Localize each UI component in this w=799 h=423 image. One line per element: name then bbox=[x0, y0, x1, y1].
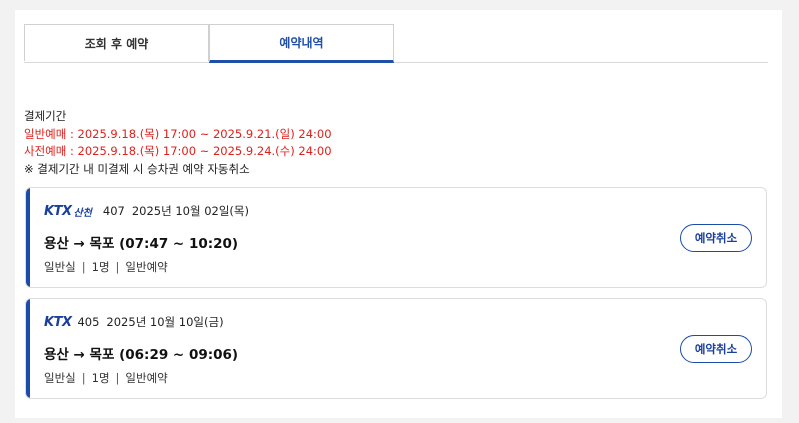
tab-search-reserve[interactable]: 조회 후 예약 bbox=[24, 24, 209, 61]
ticket-details: 일반실 | 1명 | 일반예약 bbox=[44, 370, 168, 386]
train-number: 407 bbox=[102, 204, 125, 218]
passenger-count: 1명 bbox=[91, 371, 110, 385]
payment-period-notice: 결제기간 일반예매 : 2025.9.18.(목) 17:00 ~ 2025.9… bbox=[24, 108, 332, 178]
card-accent-bar bbox=[26, 188, 30, 287]
train-number: 405 bbox=[77, 315, 100, 329]
reservation-type: 일반예약 bbox=[125, 371, 168, 385]
divider: | bbox=[115, 371, 120, 385]
ticket-details: 일반실 | 1명 | 일반예약 bbox=[44, 259, 168, 275]
reservation-panel: 조회 후 예약 예약내역 결제기간 일반예매 : 2025.9.18.(목) 1… bbox=[15, 10, 782, 418]
train-info-line: KTX 산천 407 2025년 10월 02일(목) bbox=[44, 203, 249, 219]
ktx-sancheon-label: 산천 bbox=[73, 207, 92, 219]
reservation-type: 일반예약 bbox=[125, 260, 168, 274]
card-accent-bar bbox=[26, 299, 30, 398]
train-info-line: KTX 405 2025년 10월 10일(금) bbox=[44, 314, 224, 330]
cancel-reservation-button[interactable]: 예약취소 bbox=[680, 335, 752, 363]
reservation-card: KTX 산천 407 2025년 10월 02일(목) 용산 → 목포 (07:… bbox=[25, 187, 767, 288]
ktx-logo-text: KTX bbox=[44, 314, 72, 330]
divider: | bbox=[115, 260, 120, 274]
notice-general-period: 일반예매 : 2025.9.18.(목) 17:00 ~ 2025.9.21.(… bbox=[24, 126, 332, 141]
divider: | bbox=[81, 260, 86, 274]
travel-date: 2025년 10월 02일(목) bbox=[131, 204, 249, 218]
reservation-card: KTX 405 2025년 10월 10일(금) 용산 → 목포 (06:29 … bbox=[25, 298, 767, 399]
ktx-logo: KTX bbox=[44, 314, 72, 330]
ktx-logo-text: KTX bbox=[44, 203, 72, 219]
tab-reservation-history[interactable]: 예약내역 bbox=[209, 24, 394, 63]
notice-title: 결제기간 bbox=[24, 109, 67, 123]
route-time: 용산 → 목포 (07:47 ~ 10:20) bbox=[44, 236, 239, 252]
divider: | bbox=[81, 371, 86, 385]
seat-class: 일반실 bbox=[44, 371, 76, 385]
passenger-count: 1명 bbox=[91, 260, 110, 274]
route-time: 용산 → 목포 (06:29 ~ 09:06) bbox=[44, 347, 239, 363]
cancel-reservation-button[interactable]: 예약취소 bbox=[680, 224, 752, 252]
notice-advance-period: 사전예매 : 2025.9.18.(목) 17:00 ~ 2025.9.24.(… bbox=[24, 144, 332, 158]
ktx-logo: KTX bbox=[44, 203, 72, 219]
seat-class: 일반실 bbox=[44, 260, 76, 274]
tab-bar: 조회 후 예약 예약내역 bbox=[24, 24, 768, 63]
notice-auto-cancel: ※ 결제기간 내 미결제 시 승차권 예약 자동취소 bbox=[24, 161, 250, 176]
travel-date: 2025년 10월 10일(금) bbox=[106, 315, 224, 329]
